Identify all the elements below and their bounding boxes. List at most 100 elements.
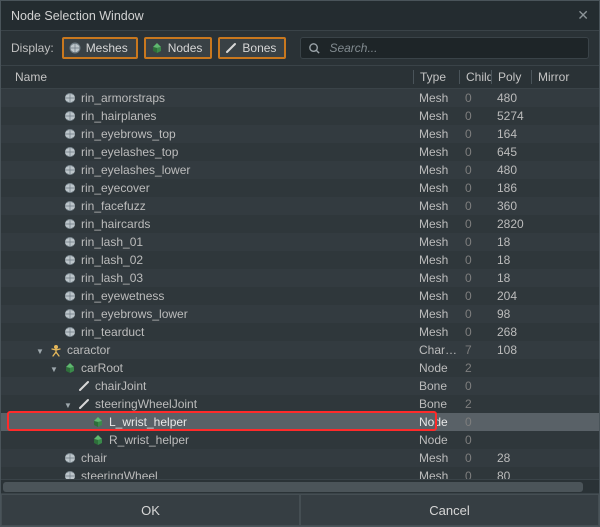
expand-icon[interactable] [35, 346, 45, 357]
row-child: 0 [459, 289, 491, 303]
row-child: 0 [459, 271, 491, 285]
table-row[interactable]: rin_lash_01Mesh018 [1, 233, 599, 251]
row-name: L_wrist_helper [109, 415, 187, 429]
table-row[interactable]: chairJointBone0 [1, 377, 599, 395]
row-name: steeringWheel [81, 469, 158, 479]
table-row[interactable]: carRootNode2 [1, 359, 599, 377]
table-row[interactable]: caractorChara...7108 [1, 341, 599, 359]
row-type: Mesh [413, 127, 459, 141]
row-name: rin_hairplanes [81, 109, 156, 123]
row-poly: 5274 [491, 109, 531, 123]
col-child[interactable]: Child [459, 70, 491, 84]
row-poly: 164 [491, 127, 531, 141]
column-headers: Name Type Child Poly Mirror [1, 66, 599, 89]
row-poly: 80 [491, 469, 531, 479]
mesh-icon [63, 127, 77, 141]
row-type: Node [413, 433, 459, 447]
table-row[interactable]: rin_tearductMesh0268 [1, 323, 599, 341]
mesh-icon [63, 91, 77, 105]
table-row[interactable]: steeringWheel Mesh080 [1, 467, 599, 479]
table-row[interactable]: rin_eyebrows_lowerMesh098 [1, 305, 599, 323]
row-child: 0 [459, 325, 491, 339]
row-child: 0 [459, 127, 491, 141]
table-row[interactable]: rin_hairplanesMesh05274 [1, 107, 599, 125]
col-type[interactable]: Type [413, 70, 459, 84]
row-poly: 186 [491, 181, 531, 195]
expand-icon[interactable] [49, 364, 59, 375]
toggle-bones[interactable]: Bones [218, 37, 286, 59]
ok-button[interactable]: OK [1, 494, 300, 526]
row-type: Mesh [413, 91, 459, 105]
table-row[interactable]: rin_haircardsMesh02820 [1, 215, 599, 233]
toggle-meshes[interactable]: Meshes [62, 37, 138, 59]
table-row[interactable]: rin_facefuzzMesh0360 [1, 197, 599, 215]
table-row[interactable]: R_wrist_helperNode0 [1, 431, 599, 449]
row-child: 0 [459, 451, 491, 465]
search-box[interactable] [300, 37, 589, 59]
row-child: 0 [459, 163, 491, 177]
row-name: caractor [67, 343, 110, 357]
row-child: 0 [459, 199, 491, 213]
row-child: 0 [459, 469, 491, 479]
row-type: Mesh [413, 235, 459, 249]
row-poly: 108 [491, 343, 531, 357]
row-poly: 18 [491, 235, 531, 249]
mesh-icon [63, 163, 77, 177]
mesh-icon [68, 41, 82, 55]
mesh-icon [63, 469, 77, 479]
table-row[interactable]: L_wrist_helper Node0 [1, 413, 599, 431]
table-row[interactable]: rin_eyewetnessMesh0204 [1, 287, 599, 305]
row-name: rin_eyelashes_lower [81, 163, 190, 177]
row-name: rin_eyecover [81, 181, 150, 195]
row-type: Mesh [413, 109, 459, 123]
row-type: Node [413, 361, 459, 375]
table-row[interactable]: rin_lash_02Mesh018 [1, 251, 599, 269]
row-child: 0 [459, 415, 491, 429]
row-child: 0 [459, 235, 491, 249]
table-row[interactable]: rin_armorstrapsMesh0480 [1, 89, 599, 107]
mesh-icon [63, 253, 77, 267]
col-name[interactable]: Name [15, 70, 413, 84]
row-type: Mesh [413, 289, 459, 303]
col-poly[interactable]: Poly [491, 70, 531, 84]
row-name: R_wrist_helper [109, 433, 189, 447]
h-scrollbar-thumb[interactable] [3, 482, 583, 492]
mesh-icon [63, 271, 77, 285]
row-name: rin_eyelashes_top [81, 145, 178, 159]
mesh-icon [63, 181, 77, 195]
node-list[interactable]: rin_armorstrapsMesh0480rin_hairplanesMes… [1, 89, 599, 479]
row-child: 0 [459, 253, 491, 267]
row-child: 0 [459, 307, 491, 321]
row-child: 2 [459, 397, 491, 411]
table-row[interactable]: chairMesh028 [1, 449, 599, 467]
bone-icon [77, 397, 91, 411]
button-bar: OK Cancel [1, 493, 599, 526]
row-type: Node [413, 415, 459, 429]
close-icon[interactable]: ✕ [577, 7, 589, 24]
display-label: Display: [11, 41, 54, 55]
row-poly: 2820 [491, 217, 531, 231]
table-row[interactable]: steeringWheelJointBone2 [1, 395, 599, 413]
table-row[interactable]: rin_eyebrows_top Mesh0164 [1, 125, 599, 143]
cancel-button[interactable]: Cancel [300, 494, 599, 526]
toggle-nodes[interactable]: Nodes [144, 37, 213, 59]
expand-icon[interactable] [63, 400, 73, 411]
mesh-icon [63, 325, 77, 339]
table-row[interactable]: rin_eyecoverMesh0186 [1, 179, 599, 197]
search-input[interactable] [327, 40, 582, 56]
row-type: Mesh [413, 217, 459, 231]
row-name: rin_armorstraps [81, 91, 165, 105]
row-type: Bone [413, 397, 459, 411]
row-type: Mesh [413, 469, 459, 479]
row-name: rin_eyebrows_top [81, 127, 176, 141]
row-name: rin_haircards [81, 217, 150, 231]
row-child: 0 [459, 379, 491, 393]
titlebar: Node Selection Window ✕ [1, 1, 599, 31]
col-mirror[interactable]: Mirror [531, 70, 589, 84]
table-row[interactable]: rin_lash_03Mesh018 [1, 269, 599, 287]
h-scrollbar[interactable] [1, 479, 599, 493]
row-poly: 360 [491, 199, 531, 213]
table-row[interactable]: rin_eyelashes_topMesh0645 [1, 143, 599, 161]
mesh-icon [63, 307, 77, 321]
table-row[interactable]: rin_eyelashes_lowerMesh0480 [1, 161, 599, 179]
